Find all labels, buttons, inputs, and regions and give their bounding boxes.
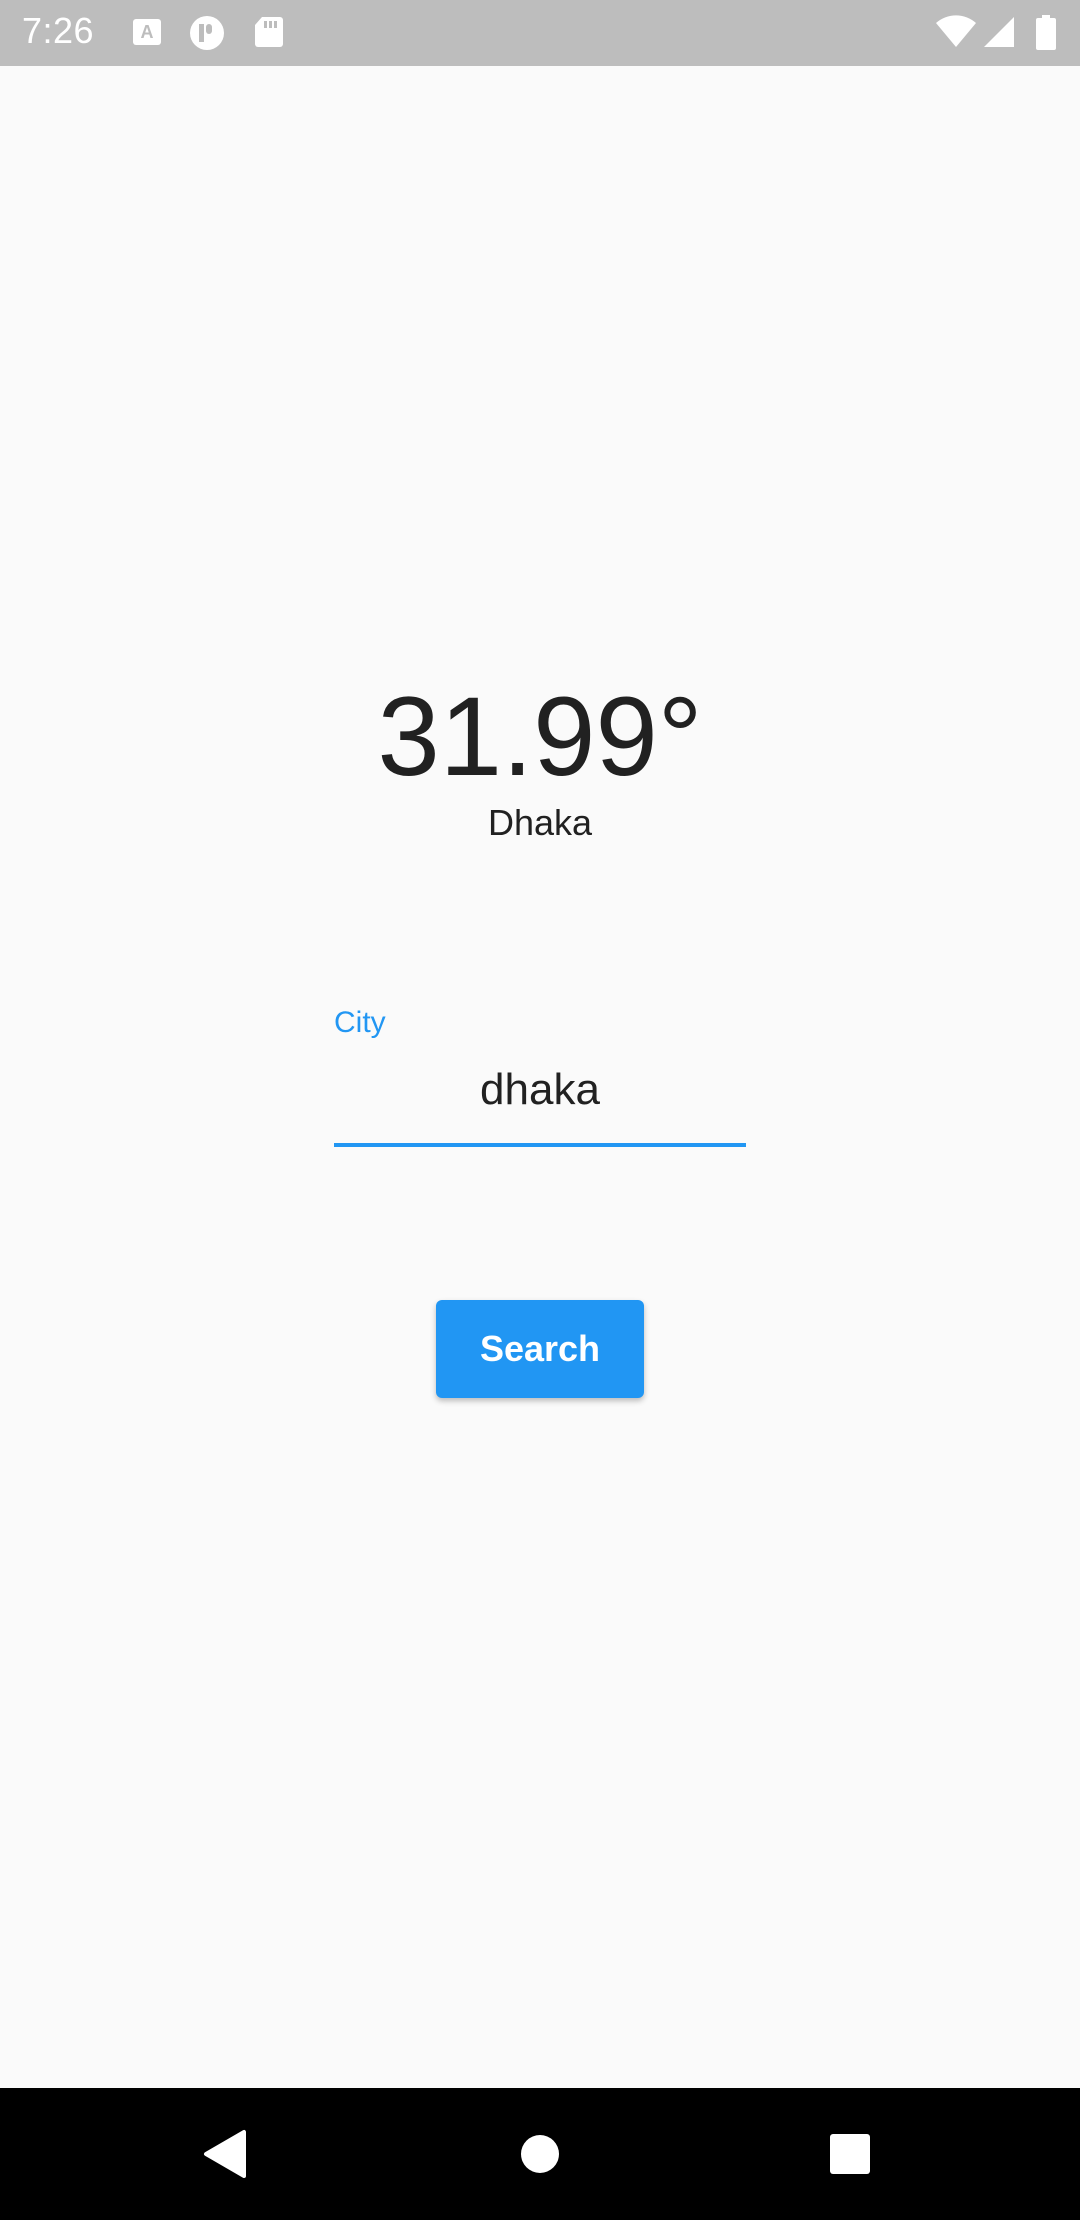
city-name: Dhaka: [487, 802, 593, 843]
navigation-bar: [0, 2088, 1080, 2220]
temperature-value: 31.99°: [377, 674, 703, 799]
city-field-label: City: [334, 1006, 386, 1039]
circle-p-icon: [188, 14, 224, 50]
svg-text:A: A: [141, 22, 154, 42]
back-icon[interactable]: [190, 2118, 262, 2190]
home-icon[interactable]: [504, 2118, 576, 2190]
city-field-underline: [334, 1143, 746, 1147]
signal-icon: [980, 14, 1018, 50]
city-field[interactable]: City: [334, 1005, 746, 1147]
status-bar: 7:26 A: [0, 0, 1080, 66]
weather-screen: 7:26 A 31.99° Dhaka City dhaka Search: [0, 0, 1080, 2220]
battery-icon: [1034, 14, 1058, 50]
status-time: 7:26: [22, 10, 95, 51]
sd-card-icon: [252, 14, 288, 50]
keyboard-a-icon: A: [130, 14, 166, 50]
city-input[interactable]: [334, 1050, 746, 1130]
search-button[interactable]: Search: [436, 1300, 644, 1398]
recents-icon[interactable]: [814, 2118, 886, 2190]
wifi-icon: [934, 14, 978, 50]
